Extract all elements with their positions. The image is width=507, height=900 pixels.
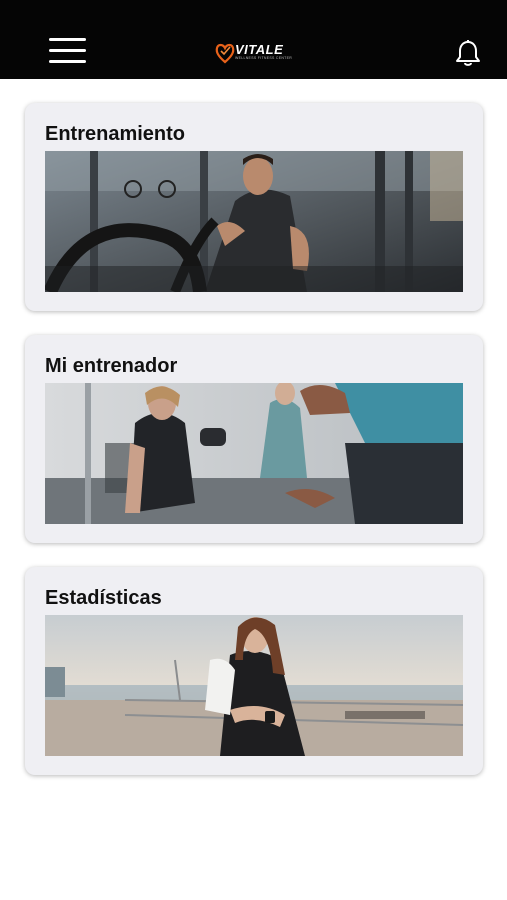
card-title: Entrenamiento	[45, 123, 186, 145]
card-estadisticas[interactable]: Estadísticas	[25, 567, 483, 775]
logo-wordmark: VITALE	[235, 42, 284, 57]
vitale-logo: VITALE WELLNESS FITNESS CENTER	[215, 40, 295, 66]
card-image-trainer	[45, 383, 463, 524]
card-entrenamiento[interactable]: Entrenamiento	[25, 103, 483, 311]
card-title: Mi entrenador	[45, 355, 178, 377]
card-image-statistics	[45, 615, 463, 756]
card-image-training	[45, 151, 463, 292]
logo-tagline: WELLNESS FITNESS CENTER	[235, 56, 293, 60]
card-title: Estadísticas	[45, 587, 162, 609]
bell-icon[interactable]	[455, 39, 481, 67]
card-mi-entrenador[interactable]: Mi entrenador	[25, 335, 483, 543]
top-app-bar: VITALE WELLNESS FITNESS CENTER	[0, 0, 507, 79]
hamburger-menu-icon[interactable]	[49, 38, 87, 68]
logo-heart-icon	[215, 43, 235, 64]
